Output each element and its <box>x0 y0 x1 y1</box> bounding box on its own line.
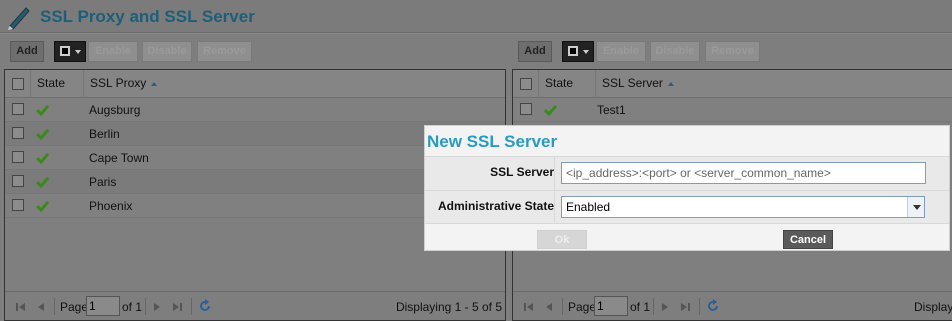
new-ssl-server-dialog: New SSL Server SSL Server <ip_address>:<… <box>424 125 950 251</box>
select-all-column <box>5 70 31 98</box>
display-summary: Displayi <box>914 300 952 314</box>
pager-separator <box>653 298 654 315</box>
refresh-icon[interactable] <box>705 298 721 314</box>
disable-button[interactable]: Disable <box>142 41 192 62</box>
grid-header: State SSL Proxy <box>5 70 505 98</box>
admin-state-label: Administrative State <box>425 191 555 224</box>
display-summary: Displaying 1 - 5 of 5 <box>395 300 502 314</box>
select-all-checkbox[interactable] <box>12 78 24 90</box>
row-checkbox[interactable] <box>520 103 532 115</box>
column-header-label: SSL Proxy <box>90 76 147 90</box>
sort-ascending-icon <box>667 81 674 86</box>
enable-button[interactable]: Enable <box>596 41 646 62</box>
page-title: SSL Proxy and SSL Server <box>40 7 255 26</box>
admin-state-select[interactable]: Enabled <box>561 196 925 218</box>
row-name: Test1 <box>597 103 626 117</box>
paging-toolbar: Page 1 of 1 Displaying 1 - 5 of 5 <box>5 291 505 320</box>
dialog-title: New SSL Server <box>427 132 558 151</box>
select-menu-button[interactable] <box>562 41 594 62</box>
enabled-check-icon <box>36 105 49 116</box>
next-page-icon[interactable] <box>659 301 671 313</box>
row-name: Paris <box>89 175 117 189</box>
pencil-icon <box>8 7 30 30</box>
chevron-down-icon <box>75 50 81 54</box>
grid-header: State SSL Server <box>513 70 952 98</box>
first-page-icon[interactable] <box>523 301 535 313</box>
pager-separator <box>54 298 55 315</box>
row-name: Cape Town <box>89 151 149 165</box>
row-name: Augsburg <box>89 103 141 117</box>
row-name: Berlin <box>89 127 120 141</box>
enable-button[interactable]: Enable <box>88 41 138 62</box>
row-checkbox[interactable] <box>12 127 24 139</box>
page-label: Page <box>60 300 89 314</box>
remove-button[interactable]: Remove <box>197 41 252 62</box>
admin-state-row: Administrative State Enabled <box>425 190 949 224</box>
paging-toolbar: Page 1 of 1 Displayi <box>513 291 952 320</box>
pager-separator <box>562 298 563 315</box>
enabled-check-icon <box>36 201 49 212</box>
select-all-column <box>513 70 539 98</box>
disable-button[interactable]: Disable <box>650 41 700 62</box>
refresh-icon[interactable] <box>197 298 213 314</box>
column-header-state[interactable]: State <box>539 70 596 98</box>
row-checkbox[interactable] <box>12 151 24 163</box>
last-page-icon[interactable] <box>171 301 183 313</box>
remove-button[interactable]: Remove <box>705 41 760 62</box>
page-count-label: of 1 <box>122 300 143 314</box>
sort-ascending-icon <box>151 81 158 86</box>
checkbox-icon <box>568 46 578 56</box>
chevron-down-icon <box>583 50 589 54</box>
checkbox-icon <box>60 46 70 56</box>
ssl-server-toolbar: Add Enable Disable Remove <box>508 34 952 67</box>
add-button[interactable]: Add <box>10 41 44 62</box>
column-header-label: SSL Server <box>602 76 663 90</box>
enabled-check-icon <box>36 153 49 164</box>
cancel-button[interactable]: Cancel <box>783 230 833 249</box>
last-page-icon[interactable] <box>679 301 691 313</box>
pager-separator <box>699 298 700 315</box>
table-row[interactable]: Test1 <box>513 98 952 122</box>
admin-state-value: Enabled <box>566 200 611 214</box>
page-number-input[interactable]: 1 <box>86 296 120 316</box>
column-header-state[interactable]: State <box>31 70 84 98</box>
page-count-label: of 1 <box>630 300 651 314</box>
table-row[interactable]: Augsburg <box>5 98 505 122</box>
prev-page-icon[interactable] <box>35 301 47 313</box>
pager-separator <box>191 298 192 315</box>
enabled-check-icon <box>544 105 557 116</box>
column-header-ssl-proxy[interactable]: SSL Proxy <box>84 70 505 98</box>
row-name: Phoenix <box>89 199 133 213</box>
enabled-check-icon <box>36 129 49 140</box>
ssl-server-input[interactable]: <ip_address>:<port> or <server_common_na… <box>561 162 926 184</box>
ssl-server-row: SSL Server <ip_address>:<port> or <serve… <box>425 156 949 190</box>
ok-button[interactable]: Ok <box>537 230 587 249</box>
ssl-proxy-toolbar: Add Enable Disable Remove <box>0 34 508 67</box>
row-checkbox[interactable] <box>12 103 24 115</box>
next-page-icon[interactable] <box>151 301 163 313</box>
select-menu-button[interactable] <box>54 41 86 62</box>
pager-separator <box>145 298 146 315</box>
chevron-down-icon <box>913 205 921 210</box>
dropdown-trigger[interactable] <box>907 197 924 217</box>
title-bar: SSL Proxy and SSL Server <box>0 0 952 33</box>
row-checkbox[interactable] <box>12 199 24 211</box>
row-checkbox[interactable] <box>12 175 24 187</box>
column-header-ssl-server[interactable]: SSL Server <box>596 70 952 98</box>
ssl-server-label: SSL Server <box>425 157 555 190</box>
select-all-checkbox[interactable] <box>520 78 532 90</box>
add-button[interactable]: Add <box>518 41 552 62</box>
first-page-icon[interactable] <box>15 301 27 313</box>
enabled-check-icon <box>36 177 49 188</box>
page-number-input[interactable]: 1 <box>594 296 628 316</box>
page-label: Page <box>568 300 597 314</box>
prev-page-icon[interactable] <box>543 301 555 313</box>
